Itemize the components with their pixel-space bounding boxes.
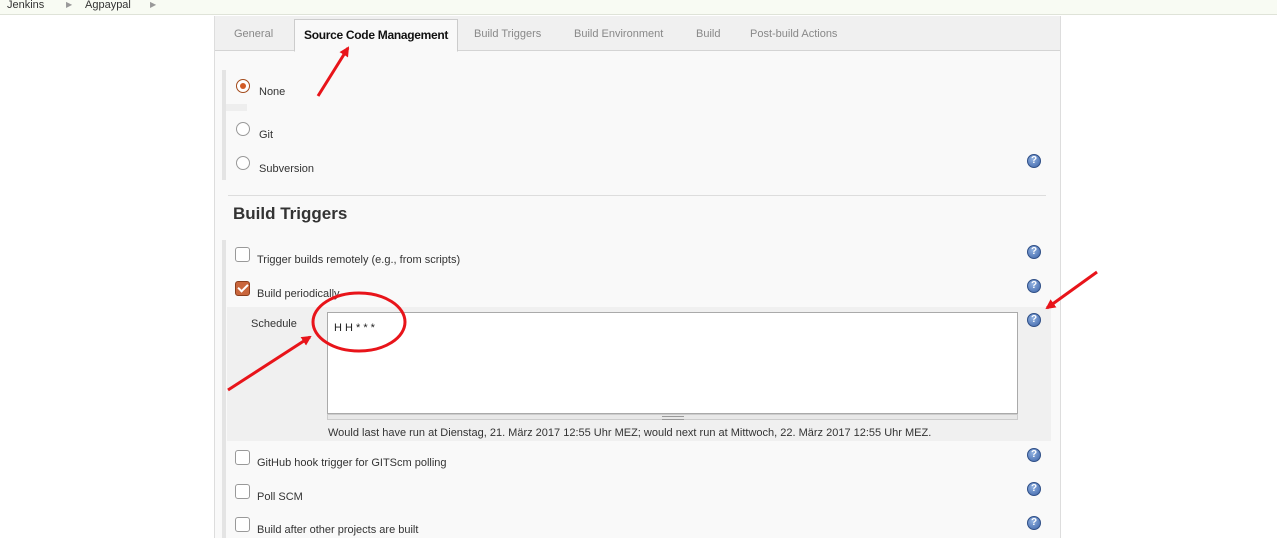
annotation-arrow-tab — [316, 46, 350, 97]
annotation-arrow-schedule — [227, 335, 312, 392]
annotation-overlay — [227, 46, 1098, 392]
annotation-arrow-help — [1045, 270, 1098, 310]
annotation-circle-schedule — [311, 291, 407, 353]
